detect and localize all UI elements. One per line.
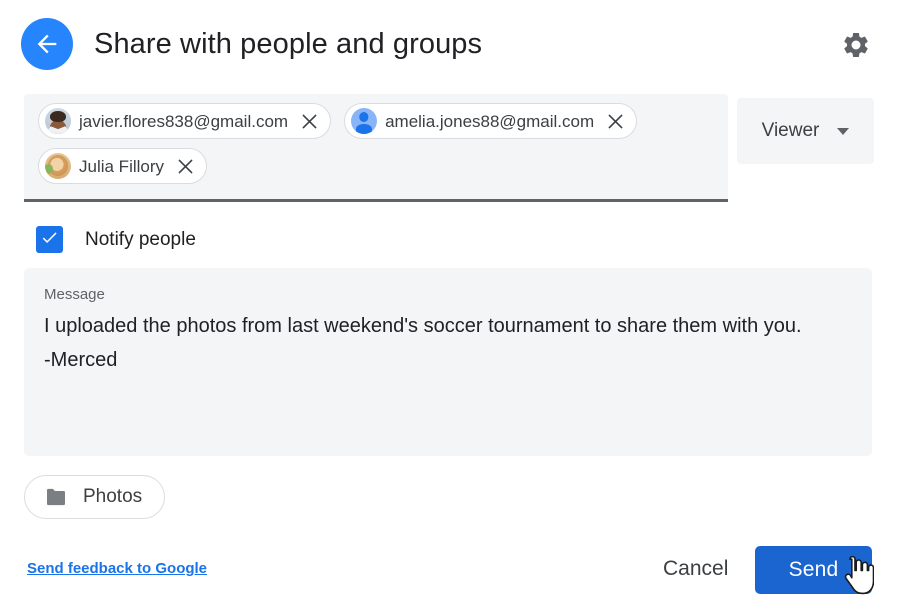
recipient-chip-label: Julia Fillory [79, 156, 165, 176]
dialog-header: Share with people and groups [0, 0, 900, 88]
settings-button[interactable] [834, 25, 878, 69]
avatar [45, 153, 71, 179]
close-icon[interactable] [298, 110, 320, 132]
notify-people-checkbox[interactable] [36, 226, 63, 253]
close-icon[interactable] [174, 155, 196, 177]
recipient-chip[interactable]: Julia Fillory [38, 148, 208, 184]
recipient-chip[interactable]: amelia.jones88@gmail.com [344, 103, 638, 139]
arrow-left-icon [33, 30, 61, 58]
recipient-chip-list: javier.flores838@gmail.com amelia.jones8… [24, 103, 728, 184]
role-dropdown-value: Viewer [761, 120, 820, 141]
recipient-chip-label: javier.flores838@gmail.com [79, 111, 289, 131]
recipients-input[interactable]: javier.flores838@gmail.com amelia.jones8… [24, 94, 728, 202]
cancel-button[interactable]: Cancel [655, 553, 736, 585]
notify-people-label: Notify people [85, 228, 196, 250]
gear-icon [841, 30, 871, 65]
folder-icon [45, 488, 67, 506]
message-field-legend: Message [44, 286, 105, 303]
avatar [351, 108, 378, 134]
back-button[interactable] [21, 18, 73, 70]
role-dropdown[interactable]: Viewer [737, 98, 874, 164]
page-title: Share with people and groups [94, 27, 483, 60]
attachment-chip-label: Photos [83, 486, 143, 507]
send-feedback-link[interactable]: Send feedback to Google [27, 560, 207, 577]
avatar [45, 108, 71, 134]
recipient-chip[interactable]: javier.flores838@gmail.com [38, 103, 332, 139]
recipient-chip-label: amelia.jones88@gmail.com [385, 111, 595, 131]
attachment-chip[interactable]: Photos [24, 475, 166, 519]
message-field[interactable]: Message I uploaded the photos from last … [24, 268, 872, 456]
checkmark-icon [40, 228, 59, 252]
notify-people-row[interactable]: Notify people [36, 226, 196, 253]
send-button[interactable]: Send [755, 546, 872, 594]
close-icon[interactable] [604, 110, 626, 132]
message-field-value[interactable]: I uploaded the photos from last weekend'… [44, 309, 852, 377]
chevron-down-icon [837, 127, 850, 135]
